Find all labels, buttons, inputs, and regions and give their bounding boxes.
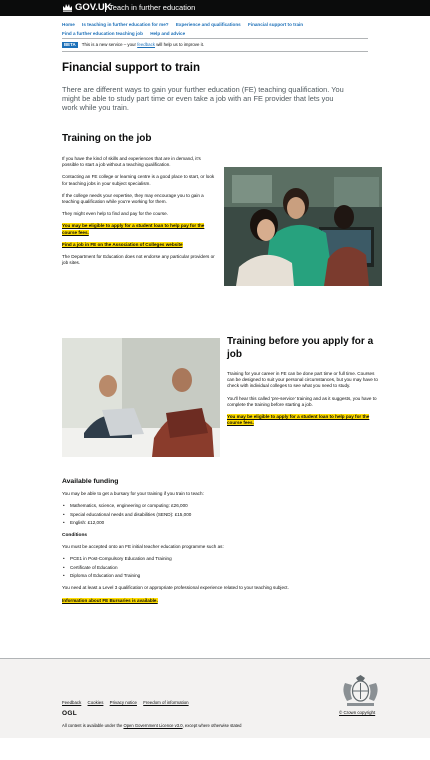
conditions-intro: You must be accepted onto an FE initial …: [62, 543, 224, 549]
training-before-heading: Training before you apply for a job: [227, 336, 374, 360]
student-loan-link-2[interactable]: You may be eligible to apply for a stude…: [227, 414, 370, 426]
paragraph: If you have the kind of skills and exper…: [62, 156, 201, 168]
paragraph: The Department for Education does not en…: [62, 254, 215, 266]
license-text: All content is available under the Open …: [62, 723, 241, 729]
footer-link-foi[interactable]: Freedom of information: [143, 700, 188, 705]
crown-copyright-link[interactable]: © Crown copyright: [339, 710, 375, 715]
paragraph: They might even help to find and pay for…: [62, 211, 168, 217]
students-at-computer-photo: [224, 167, 382, 286]
beta-text-end: will help us to improve it.: [156, 42, 205, 47]
lead-paragraph: There are different ways to gain your fu…: [62, 85, 344, 113]
bursaries-info-link[interactable]: Information about FE Bursaries is availa…: [62, 597, 158, 603]
site-header: GOV.UK Teach in further education: [0, 0, 430, 16]
ogl-link[interactable]: Open Government Licence v3.0: [123, 723, 182, 728]
list-item: Diploma of Education and Training: [62, 573, 382, 579]
training-on-job-section: If you have the kind of skills and exper…: [62, 156, 218, 272]
royal-coat-of-arms-icon: [343, 675, 378, 706]
beta-tag: BETA: [62, 42, 78, 48]
list-item: English: £12,000: [62, 520, 382, 526]
bursary-list: Mathematics, science, engineering or com…: [62, 503, 382, 527]
nav-divider: [62, 38, 368, 39]
conditions-list: PCE1 in Post-Compulsory Education and Tr…: [62, 556, 382, 580]
paragraph: If the college needs your expertise, the…: [62, 192, 204, 205]
nav-item-find-job[interactable]: Find a further education teaching job: [62, 31, 143, 36]
paragraph: You'll hear this called 'pre-service' tr…: [227, 395, 377, 407]
govuk-logo[interactable]: GOV.UK: [75, 1, 112, 14]
phase-banner: BETA This is a new service – your feedba…: [62, 42, 204, 48]
nav-item-experience[interactable]: Experience and qualifications: [176, 22, 241, 27]
footer-link-cookies[interactable]: Cookies: [88, 700, 104, 705]
funding-heading: Available funding: [62, 478, 119, 485]
ogl-logo: OGL: [62, 710, 77, 717]
service-name[interactable]: Teach in further education: [109, 2, 195, 14]
footer-link-privacy[interactable]: Privacy notice: [110, 700, 137, 705]
available-funding-section: Available funding You may be able to get…: [62, 477, 382, 610]
men-with-laptop-photo: [62, 338, 220, 457]
requirement-text: You need at least a Level 3 qualificatio…: [62, 585, 289, 591]
funding-intro: You may be able to get a bursary for you…: [62, 491, 204, 496]
site-footer: Feedback Cookies Privacy notice Freedom …: [0, 658, 430, 738]
nav-item-help[interactable]: Help and advice: [150, 31, 185, 36]
page-title: Financial support to train: [62, 62, 201, 74]
list-item: Certificate of Education: [62, 565, 382, 571]
crown-icon: [63, 4, 72, 12]
list-item: Mathematics, science, engineering or com…: [62, 503, 382, 509]
nav-item-financial-support[interactable]: Financial support to train: [248, 22, 303, 27]
list-item: Special educational needs and disabiliti…: [62, 512, 382, 518]
footer-link-feedback[interactable]: Feedback: [62, 700, 81, 705]
paragraph: Training for your career in FE can be do…: [227, 371, 378, 389]
training-before-section: Training for your career in FE can be do…: [227, 371, 383, 432]
license-prefix: All content is available under the: [62, 723, 123, 728]
paragraph: Contacting an FE college or learning cen…: [62, 174, 215, 186]
nav-item-is-teaching-for-me[interactable]: Is teaching in further education for me?: [82, 22, 169, 27]
training-on-job-heading: Training on the job: [62, 133, 152, 144]
conditions-heading: Conditions: [62, 532, 88, 538]
student-loan-link[interactable]: You may be eligible to apply for a stude…: [62, 223, 205, 235]
aoc-jobs-link[interactable]: Find a job in FE on the Association of C…: [62, 241, 183, 247]
footer-links: Feedback Cookies Privacy notice Freedom …: [62, 700, 194, 706]
nav-item-home[interactable]: Home: [62, 22, 75, 27]
list-item: PCE1 in Post-Compulsory Education and Tr…: [62, 556, 382, 562]
banner-divider: [62, 51, 368, 52]
license-suffix: , except where otherwise stated: [182, 723, 242, 728]
beta-text: This is a new service – your: [81, 42, 136, 47]
feedback-link[interactable]: feedback: [137, 42, 155, 47]
main-nav: Home Is teaching in further education fo…: [62, 20, 368, 38]
header-divider: [105, 3, 106, 12]
